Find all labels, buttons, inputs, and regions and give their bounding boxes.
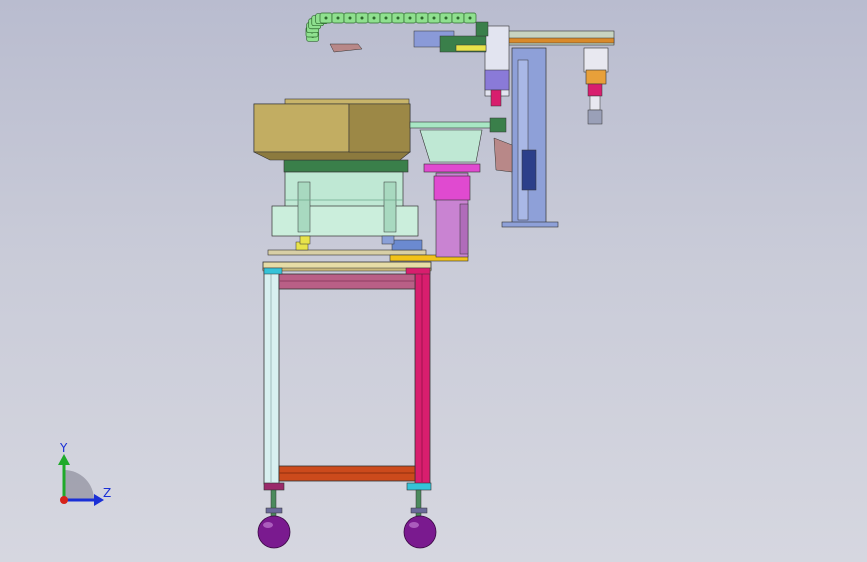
left-foot: [257, 515, 291, 549]
z-axis-label: Z: [103, 486, 111, 500]
base-plate: [267, 249, 427, 256]
pick-head[interactable]: [583, 47, 609, 125]
drag-chain-bracket: [329, 43, 363, 53]
orientation-triad: Y Z: [58, 441, 111, 506]
leveling-feet: [257, 489, 437, 549]
right-foot: [403, 515, 437, 549]
cad-viewport[interactable]: Y Z: [0, 0, 867, 562]
machine-frame[interactable]: [262, 261, 432, 491]
feeder-support-column: [433, 172, 471, 258]
bowl-base: [271, 159, 419, 245]
linear-feeder: [409, 117, 507, 173]
y-axis-label: Y: [59, 441, 68, 455]
vibratory-bowl-feeder[interactable]: [253, 98, 411, 161]
